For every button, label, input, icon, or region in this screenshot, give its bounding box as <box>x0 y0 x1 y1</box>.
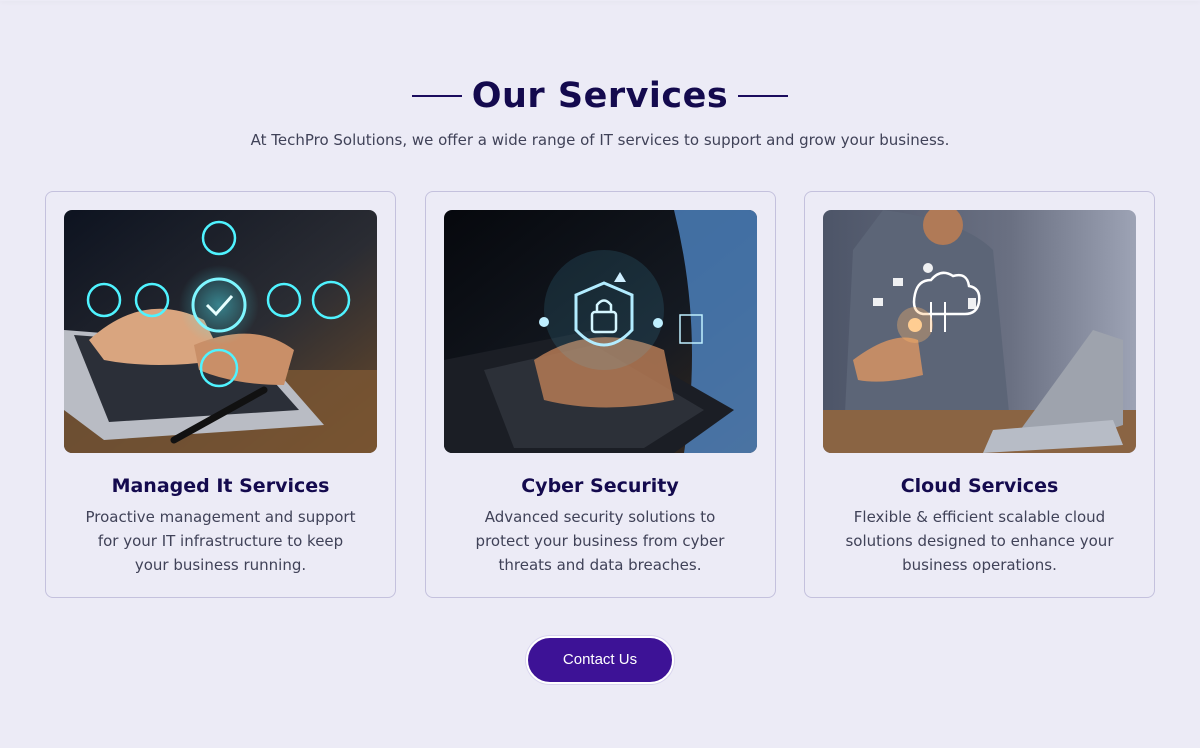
cloud-touch-photo <box>823 210 1136 453</box>
service-card-cloud-services: Cloud Services Flexible & efficient scal… <box>804 191 1155 598</box>
header-shadow <box>0 0 1200 1</box>
cyber-security-image <box>443 210 757 453</box>
services-section: Our Services At TechPro Solutions, we of… <box>0 0 1200 748</box>
card-description: Proactive management and support for you… <box>85 508 356 574</box>
card-title: Cloud Services <box>900 475 1059 497</box>
laptop-shield-lock-photo <box>443 210 757 453</box>
service-card-managed-it: Managed It Services Proactive management… <box>45 191 396 598</box>
card-description: Flexible & efficient scalable cloud solu… <box>845 508 1114 574</box>
section-subtitle: At TechPro Solutions, we offer a wide ra… <box>250 131 950 149</box>
service-cards: Managed It Services Proactive management… <box>45 191 1155 598</box>
card-description: Advanced security solutions to protect y… <box>475 508 725 574</box>
title-right-line <box>738 95 789 97</box>
title-left-line <box>411 95 462 97</box>
managed-it-image <box>64 210 377 453</box>
section-heading: Our Services <box>0 72 1200 120</box>
laptop-network-icons-photo <box>64 210 377 453</box>
cloud-services-image <box>823 210 1136 453</box>
card-title: Managed It Services <box>111 475 330 497</box>
section-title: Our Services <box>471 76 729 116</box>
contact-us-button[interactable]: Contact Us <box>526 636 674 684</box>
card-title: Cyber Security <box>521 475 679 497</box>
service-card-cyber-security: Cyber Security Advanced security solutio… <box>424 191 776 598</box>
